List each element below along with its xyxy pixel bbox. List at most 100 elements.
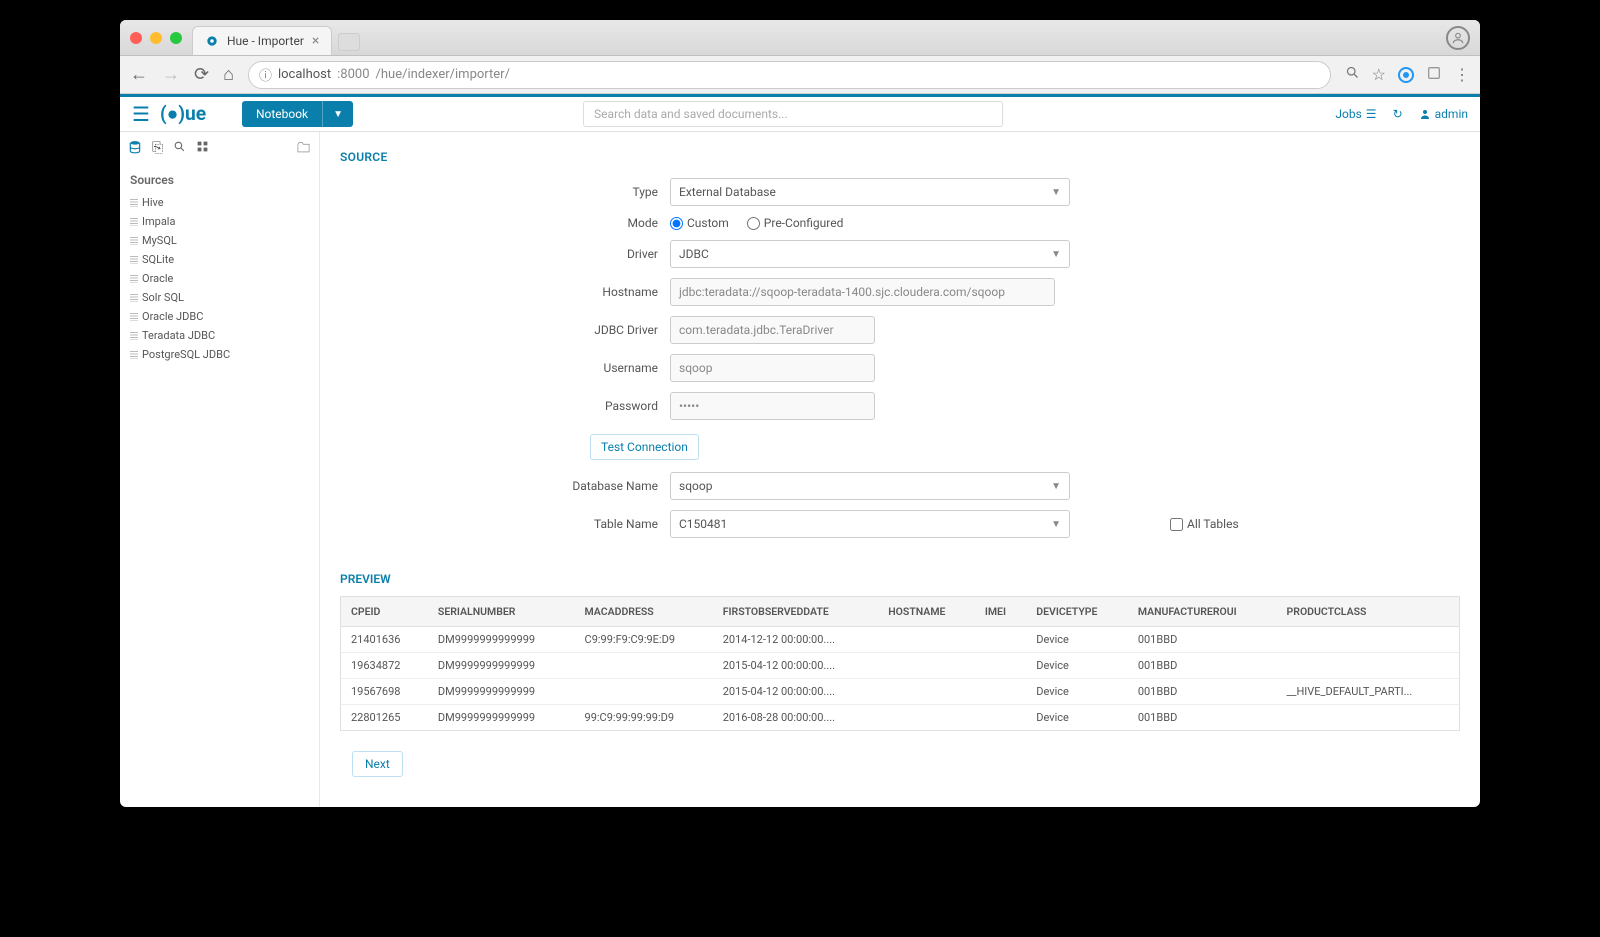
- url-port: :8000: [337, 67, 369, 82]
- search-icon[interactable]: [173, 140, 186, 159]
- main: ⎘ Sources Hive Impala MySQL SQLite Oracl…: [120, 132, 1480, 807]
- database-name-label: Database Name: [320, 479, 670, 493]
- col-serial: SERIALNUMBER: [428, 597, 575, 627]
- extension-icon-2[interactable]: [1426, 65, 1442, 85]
- next-button[interactable]: Next: [352, 751, 403, 777]
- close-tab-icon[interactable]: ×: [312, 33, 319, 49]
- sidebar-header: Sources: [120, 167, 319, 193]
- close-window-button[interactable]: [130, 32, 142, 44]
- search-input[interactable]: [583, 101, 1003, 127]
- col-oui: MANUFACTUREROUI: [1128, 597, 1277, 627]
- table-row: 21401636DM9999999999999C9:99:F9:C9:9E:D9…: [341, 627, 1459, 653]
- notebook-button[interactable]: Notebook ▼: [242, 101, 353, 127]
- table-name-select[interactable]: C150481 ▼: [670, 510, 1070, 538]
- driver-select[interactable]: JDBC ▼: [670, 240, 1070, 268]
- database-icon[interactable]: [128, 140, 142, 159]
- svg-text:(●)ue: (●)ue: [160, 102, 206, 125]
- sidebar-item-solr[interactable]: Solr SQL: [120, 288, 319, 307]
- all-tables-checkbox[interactable]: All Tables: [1170, 517, 1239, 531]
- url-field[interactable]: ⓘ localhost :8000/hue/indexer/importer/: [248, 61, 1331, 89]
- chevron-down-icon: ▼: [1051, 249, 1061, 260]
- maximize-window-button[interactable]: [170, 32, 182, 44]
- sidebar-item-teradata-jdbc[interactable]: Teradata JDBC: [120, 326, 319, 345]
- sidebar-item-impala[interactable]: Impala: [120, 212, 319, 231]
- jdbc-driver-input[interactable]: com.teradata.jdbc.TeraDriver: [670, 316, 875, 344]
- forward-button[interactable]: →: [162, 64, 180, 85]
- sidebar-item-postgresql-jdbc[interactable]: PostgreSQL JDBC: [120, 345, 319, 364]
- mode-custom-radio[interactable]: Custom: [670, 216, 729, 230]
- user-icon: [1419, 108, 1431, 120]
- hostname-input[interactable]: jdbc:teradata://sqoop-teradata-1400.sjc.…: [670, 278, 1055, 306]
- history-icon[interactable]: ↻: [1393, 107, 1403, 121]
- user-menu[interactable]: admin: [1419, 107, 1468, 121]
- test-connection-button[interactable]: Test Connection: [590, 434, 699, 460]
- site-info-icon[interactable]: ⓘ: [259, 65, 272, 84]
- col-mac: MACADDRESS: [575, 597, 713, 627]
- profile-icon[interactable]: [1446, 26, 1470, 50]
- password-label: Password: [320, 399, 670, 413]
- sidebar-item-sqlite[interactable]: SQLite: [120, 250, 319, 269]
- window-controls: [130, 32, 182, 44]
- jobs-link[interactable]: Jobs ☰: [1335, 107, 1376, 121]
- extension-icon[interactable]: [1398, 67, 1414, 83]
- menu-icon[interactable]: ⋮: [1454, 65, 1470, 84]
- copy-icon[interactable]: ⎘: [152, 140, 163, 159]
- zoom-icon[interactable]: [1345, 65, 1360, 84]
- url-path: /hue/indexer/importer/: [376, 67, 510, 82]
- col-cpeid: CPEID: [341, 597, 428, 627]
- tab-title: Hue - Importer: [227, 34, 304, 48]
- urlbar-right: ☆ ⋮: [1345, 65, 1470, 85]
- url-host: localhost: [278, 67, 331, 82]
- sidebar-item-oracle[interactable]: Oracle: [120, 269, 319, 288]
- mode-label: Mode: [320, 216, 670, 230]
- hamburger-icon[interactable]: ☰: [132, 102, 150, 126]
- new-tab-button[interactable]: [338, 33, 360, 51]
- table-row: 22801265DM999999999999999:C9:99:99:99:D9…: [341, 705, 1459, 731]
- col-date: FIRSTOBSERVEDDATE: [713, 597, 879, 627]
- database-name-select[interactable]: sqoop ▼: [670, 472, 1070, 500]
- sidebar-item-mysql[interactable]: MySQL: [120, 231, 319, 250]
- username-input[interactable]: sqoop: [670, 354, 875, 382]
- mode-preconfigured-radio[interactable]: Pre-Configured: [747, 216, 844, 230]
- type-label: Type: [320, 185, 670, 199]
- notebook-caret-icon[interactable]: ▼: [323, 103, 353, 126]
- hue-favicon-icon: [205, 34, 219, 48]
- hue-logo[interactable]: (●)ue: [160, 102, 232, 126]
- search-container: [583, 101, 1003, 127]
- preview-table: CPEID SERIALNUMBER MACADDRESS FIRSTOBSER…: [340, 596, 1460, 731]
- jobs-filter-icon: ☰: [1366, 107, 1377, 121]
- table-row: 19634872DM99999999999992015-04-12 00:00:…: [341, 653, 1459, 679]
- table-name-label: Table Name: [320, 517, 670, 531]
- folder-icon[interactable]: [296, 140, 311, 159]
- sidebar-item-hive[interactable]: Hive: [120, 193, 319, 212]
- back-button[interactable]: ←: [130, 64, 148, 85]
- home-button[interactable]: ⌂: [223, 64, 234, 85]
- type-select[interactable]: External Database ▼: [670, 178, 1070, 206]
- chevron-down-icon: ▼: [1051, 519, 1061, 530]
- source-section-title: SOURCE: [320, 144, 1480, 178]
- sidebar-toolbar: ⎘: [120, 136, 319, 167]
- titlebar: Hue - Importer ×: [120, 20, 1480, 56]
- minimize-window-button[interactable]: [150, 32, 162, 44]
- driver-label: Driver: [320, 247, 670, 261]
- browser-window: Hue - Importer × ← → ⟳ ⌂ ⓘ localhost :800…: [120, 20, 1480, 807]
- hue-topbar: ☰ (●)ue Notebook ▼ Jobs ☰ ↻ admin: [120, 94, 1480, 132]
- password-input[interactable]: •••••: [670, 392, 875, 420]
- bookmark-icon[interactable]: ☆: [1372, 65, 1386, 84]
- col-product: PRODUCTCLASS: [1277, 597, 1459, 627]
- browser-tab[interactable]: Hue - Importer ×: [192, 26, 332, 55]
- reload-button[interactable]: ⟳: [194, 64, 209, 85]
- col-devicetype: DEVICETYPE: [1026, 597, 1128, 627]
- jdbc-driver-label: JDBC Driver: [320, 323, 670, 337]
- titlebar-right: [1446, 26, 1470, 50]
- col-host: HOSTNAME: [878, 597, 975, 627]
- preview-section-title: PREVIEW: [320, 548, 1480, 596]
- username-label: Username: [320, 361, 670, 375]
- table-row: 19567698DM99999999999992015-04-12 00:00:…: [341, 679, 1459, 705]
- chevron-down-icon: ▼: [1051, 187, 1061, 198]
- content: SOURCE Type External Database ▼ Mode Cus…: [320, 132, 1480, 807]
- grid-icon[interactable]: [196, 140, 209, 159]
- chevron-down-icon: ▼: [1051, 481, 1061, 492]
- hostname-label: Hostname: [320, 285, 670, 299]
- sidebar-item-oracle-jdbc[interactable]: Oracle JDBC: [120, 307, 319, 326]
